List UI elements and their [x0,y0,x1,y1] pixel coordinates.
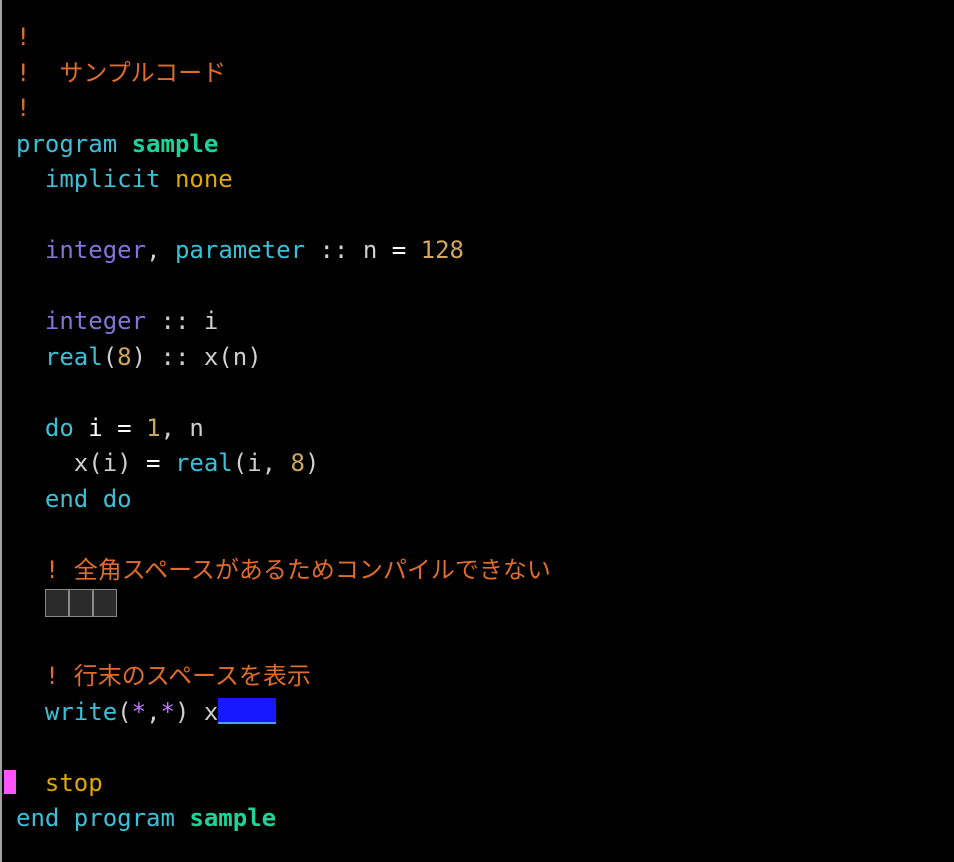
token: sample [189,804,276,832]
token: implicit [45,165,175,193]
token: * [161,698,175,726]
token: 8 [117,343,131,371]
token: real [45,343,103,371]
token: i [74,414,117,442]
code-line[interactable]: x(i) = real(i, 8) [16,446,551,482]
token: * [132,698,146,726]
token [132,414,146,442]
code-line[interactable]: ! [16,20,551,56]
token: ! [16,23,30,51]
fullwidth-space-marker [69,589,93,617]
token: (i, [233,449,291,477]
token: parameter [175,236,305,264]
code-line[interactable] [16,375,551,411]
indent [16,236,45,264]
code-line[interactable]: implicit none [16,162,551,198]
code-line[interactable]: stop [16,766,551,802]
code-line[interactable]: end program sample [16,801,551,837]
code-line[interactable]: end do [16,482,551,518]
token: ) [305,449,319,477]
token: :: i [146,307,218,335]
token: do [45,414,74,442]
token: ) :: x(n) [132,343,262,371]
code-line[interactable]: program sample [16,127,551,163]
token: stop [45,769,103,797]
code-line[interactable] [16,517,551,553]
code-line[interactable] [16,269,551,305]
token: end program [16,804,189,832]
fullwidth-space-marker [45,589,69,617]
token [406,236,420,264]
token: ( [103,343,117,371]
code-line[interactable]: integer :: i [16,304,551,340]
code-line[interactable]: ! 全角スペースがあるためコンパイルできない [16,553,551,589]
code-editor[interactable]: !! サンプルコード!program sample implicit none … [0,0,954,862]
token: ! [16,94,30,122]
code-line[interactable] [16,624,551,660]
indent [16,343,45,371]
indent [16,165,45,193]
indent [16,449,74,477]
token: ! サンプルコード [16,59,226,87]
code-line[interactable]: write(*,*) x [16,695,551,731]
token: x(i) [74,449,146,477]
token: = [117,414,131,442]
token: 128 [421,236,464,264]
indent [16,591,45,619]
code-line[interactable]: ! 行末のスペースを表示 [16,659,551,695]
indent [16,556,45,584]
code-line[interactable]: do i = 1, n [16,411,551,447]
token: = [392,236,406,264]
trailing-whitespace-marker [218,698,276,724]
indent [16,485,45,513]
code-line[interactable] [16,730,551,766]
token: ( [117,698,131,726]
code-line[interactable]: ! サンプルコード [16,56,551,92]
token: program [16,130,132,158]
token: , [146,236,175,264]
token: sample [132,130,219,158]
token: write [45,698,117,726]
indent [16,698,45,726]
token: integer [45,307,146,335]
code-area[interactable]: !! サンプルコード!program sample implicit none … [16,20,551,837]
indent [16,769,45,797]
token [161,449,175,477]
token: ! 行末のスペースを表示 [45,662,311,690]
code-line[interactable]: ! [16,91,551,127]
token: , [146,698,160,726]
cursor-position-marker [4,770,16,794]
gutter [2,0,16,862]
indent [16,414,45,442]
token: ) x [175,698,218,726]
token: 1 [146,414,160,442]
token: ! 全角スペースがあるためコンパイルできない [45,556,551,584]
token: = [146,449,160,477]
code-line[interactable]: real(8) :: x(n) [16,340,551,376]
token: real [175,449,233,477]
code-line[interactable] [16,198,551,234]
token: 8 [291,449,305,477]
token: integer [45,236,146,264]
token: , n [161,414,204,442]
token: :: n [305,236,392,264]
code-line[interactable]: integer, parameter :: n = 128 [16,233,551,269]
token: none [175,165,233,193]
fullwidth-space-marker [93,589,117,617]
indent [16,662,45,690]
token: end do [45,485,132,513]
indent [16,307,45,335]
code-line[interactable] [16,588,551,624]
